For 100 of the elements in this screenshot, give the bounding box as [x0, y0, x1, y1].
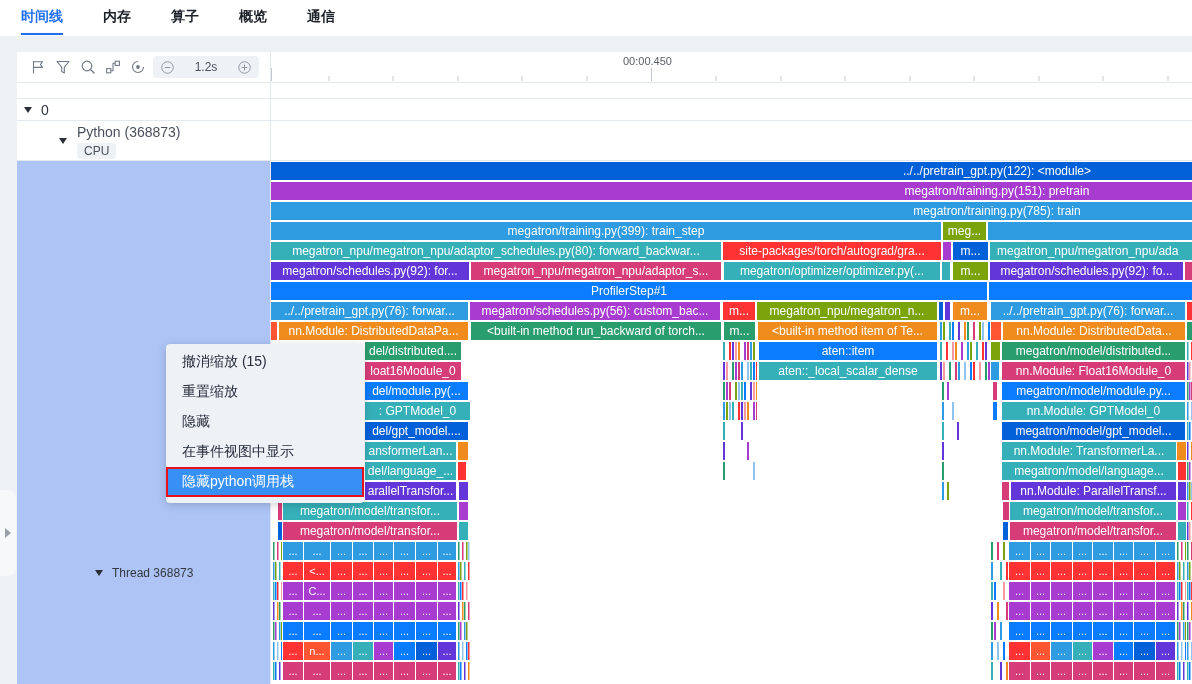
flame-block[interactable]: ansformerLan... [365, 442, 456, 460]
menu-item[interactable]: 在事件视图中显示 [166, 437, 364, 467]
flame-block[interactable]: ... [283, 662, 303, 680]
flag-icon[interactable] [31, 60, 45, 74]
tab[interactable]: 算子 [171, 0, 199, 35]
flame-block[interactable]: ... [283, 582, 303, 600]
flame-block[interactable]: ... [1114, 662, 1133, 680]
flame-block[interactable]: ... [374, 602, 393, 620]
flame-block[interactable]: ... [331, 542, 352, 560]
flame-block[interactable]: ... [1051, 642, 1072, 660]
flame-block[interactable]: meg... [943, 222, 986, 240]
flame-block[interactable]: nn.Module: TransformerLa... [1002, 442, 1176, 460]
flame-block[interactable]: ... [1156, 602, 1175, 620]
flame-block[interactable]: ... [353, 602, 373, 620]
flame-block[interactable]: ... [1114, 582, 1133, 600]
flame-block[interactable]: ../../pretrain_gpt.py(76): forwar... [271, 302, 468, 320]
flame-block[interactable]: ... [304, 542, 330, 560]
flame-block[interactable]: m... [723, 302, 755, 320]
flame-block[interactable]: ... [1073, 602, 1092, 620]
flame-block[interactable]: ... [1134, 622, 1155, 640]
zoom-out-icon[interactable] [161, 60, 174, 74]
flame-block[interactable]: ... [1073, 562, 1092, 580]
caret-down-icon[interactable] [24, 106, 32, 113]
flame-block[interactable]: ... [1134, 642, 1155, 660]
flame-block[interactable]: ... [283, 542, 303, 560]
flame-block[interactable]: ... [1093, 642, 1113, 660]
flame-block[interactable]: ... [374, 582, 393, 600]
flame-block[interactable]: ... [331, 622, 352, 640]
flame-block[interactable]: ... [1156, 642, 1175, 660]
tab[interactable]: 内存 [103, 0, 131, 35]
flame-block[interactable]: ... [1009, 542, 1030, 560]
menu-item[interactable]: 重置缩放 [166, 377, 364, 407]
filter-icon[interactable] [56, 60, 70, 74]
flame-block[interactable]: ... [438, 642, 456, 660]
flame-block[interactable]: ... [353, 542, 373, 560]
flame-block[interactable]: ... [1093, 542, 1113, 560]
flame-block[interactable]: ... [331, 602, 352, 620]
flame-block[interactable]: nn.Module: DistributedData... [1003, 322, 1185, 340]
flame-block[interactable]: ../../pretrain_gpt.py(122): <module> [271, 162, 1192, 180]
flame-block[interactable]: ... [1093, 622, 1113, 640]
flame-block[interactable]: ... [1156, 662, 1175, 680]
tab[interactable]: 时间线 [21, 0, 63, 35]
flame-block[interactable]: ... [1156, 542, 1175, 560]
flame-block[interactable]: megatron/model/transfor... [1010, 522, 1176, 540]
flame-block[interactable]: ... [353, 662, 373, 680]
flame-block[interactable]: ... [1009, 562, 1030, 580]
flame-block[interactable]: ... [331, 562, 352, 580]
caret-down-icon[interactable] [59, 137, 67, 144]
flame-block[interactable]: ... [416, 582, 437, 600]
flame-block[interactable]: ... [394, 642, 415, 660]
flame-block[interactable]: ... [1073, 542, 1092, 560]
flame-block[interactable]: megatron/model/gpt_model... [1002, 422, 1185, 440]
flame-block[interactable]: nn.Module: Float16Module_0 [1002, 362, 1185, 380]
flame-block[interactable]: ... [1009, 622, 1030, 640]
menu-item[interactable]: 隐藏 [166, 407, 364, 437]
flame-block[interactable]: nn.Module: GPTModel_0 [1002, 402, 1185, 420]
flame-block[interactable]: ... [1051, 582, 1072, 600]
flame-block[interactable]: ... [374, 562, 393, 580]
flame-block[interactable]: ... [331, 642, 352, 660]
flame-block[interactable]: ... [416, 662, 437, 680]
flame-block[interactable]: megatron/model/transfor... [283, 502, 457, 520]
zoom-in-icon[interactable] [238, 60, 251, 74]
flame-block[interactable]: ../../pretrain_gpt.py(76): forwar... [991, 302, 1185, 320]
flame-block[interactable]: ... [1114, 542, 1133, 560]
flame-block[interactable]: ... [394, 562, 415, 580]
flame-block[interactable]: ... [1009, 582, 1030, 600]
flame-block[interactable]: ... [416, 642, 437, 660]
flame-block[interactable]: megatron/optimizer/optimizer.py(... [724, 262, 940, 280]
flame-block[interactable]: del/distributed.... [365, 342, 461, 360]
flame-block[interactable]: del/language_... [365, 462, 456, 480]
flame-block[interactable]: ... [374, 662, 393, 680]
flame-block[interactable]: arallelTransfor... [365, 482, 456, 500]
flame-block[interactable]: ... [394, 582, 415, 600]
flame-block[interactable]: ... [1051, 622, 1072, 640]
flame-block[interactable]: megatron/schedules.py(92): for... [271, 262, 469, 280]
flame-block[interactable]: ... [1031, 542, 1050, 560]
flame-block[interactable]: ... [1031, 582, 1050, 600]
flame-block[interactable]: del/gpt_model.... [365, 422, 468, 440]
flame-block[interactable]: megatron_npu/megatron_npu/adaptor_s... [471, 262, 721, 280]
flame-block[interactable]: ... [304, 602, 330, 620]
panel-toggle-button[interactable] [0, 490, 16, 576]
flame-block[interactable]: megatron/model/distributed... [1002, 342, 1185, 360]
flame-block[interactable]: ... [1156, 622, 1175, 640]
caret-down-icon[interactable] [95, 570, 103, 576]
flame-block[interactable]: megatron/model/transfor... [1010, 502, 1176, 520]
menu-item[interactable]: 隐藏python调用栈 [166, 467, 364, 497]
flame-block[interactable]: loat16Module_0 [365, 362, 461, 380]
flame-block[interactable]: ... [353, 622, 373, 640]
flame-block[interactable]: ... [1134, 662, 1155, 680]
flame-block[interactable]: ... [438, 542, 456, 560]
flame-block[interactable]: ... [1009, 662, 1030, 680]
flame-block[interactable]: megatron/model/transfor... [283, 522, 457, 540]
flame-block[interactable]: ... [283, 642, 303, 660]
flame-block[interactable]: ... [1051, 602, 1072, 620]
flame-block[interactable]: ... [374, 622, 393, 640]
flame-block[interactable]: ... [1031, 662, 1050, 680]
flame-block[interactable]: ... [1073, 582, 1092, 600]
flame-block[interactable]: ... [374, 642, 393, 660]
flame-block[interactable]: ... [1134, 582, 1155, 600]
flame-block[interactable]: ... [1073, 642, 1092, 660]
